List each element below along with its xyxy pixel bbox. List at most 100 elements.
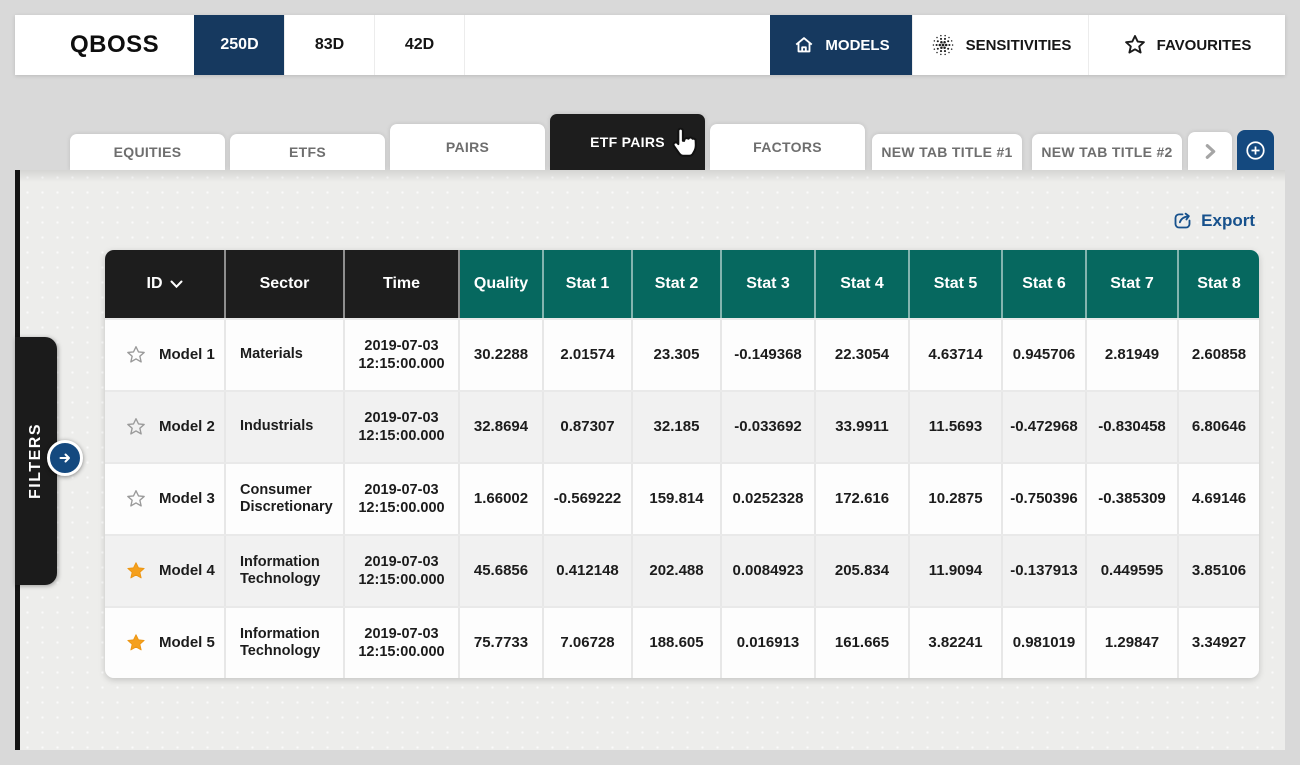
column-header-label: Stat 2 <box>655 275 699 293</box>
favourite-star-outline-icon[interactable] <box>125 416 147 438</box>
stat-cell-stat-2: 202.488 <box>633 536 722 606</box>
stat-cell-stat-6: 0.981019 <box>1003 608 1087 678</box>
stat-cell-quality: 32.8694 <box>460 392 544 462</box>
main-nav: MODELS SENSITIVITIES FAVOURITES <box>770 15 1285 75</box>
model-id-label: Model 2 <box>159 418 215 437</box>
stat-cell-stat-6: 0.945706 <box>1003 320 1087 390</box>
export-button[interactable]: Export <box>1172 210 1255 231</box>
stat-cell-stat-7: 0.449595 <box>1087 536 1179 606</box>
column-header-quality[interactable]: Quality <box>460 250 544 318</box>
model-id-cell: Model 5 <box>105 608 226 678</box>
period-tab-250d[interactable]: 250D <box>194 15 284 75</box>
column-header-label: Stat 6 <box>1022 275 1066 293</box>
sector-cell: Consumer Discretionary <box>226 464 345 534</box>
stat-cell-stat-4: 172.616 <box>816 464 910 534</box>
column-header-time[interactable]: Time <box>345 250 460 318</box>
time-cell: 2019-07-03 12:15:00.000 <box>345 536 460 606</box>
sector-cell: Information Technology <box>226 608 345 678</box>
time-cell: 2019-07-03 12:15:00.000 <box>345 608 460 678</box>
favourite-star-outline-icon[interactable] <box>125 344 147 366</box>
stat-cell-stat-7: -0.385309 <box>1087 464 1179 534</box>
stat-cell-stat-8: 3.34927 <box>1179 608 1259 678</box>
column-header-stat-1[interactable]: Stat 1 <box>544 250 633 318</box>
column-header-stat-3[interactable]: Stat 3 <box>722 250 816 318</box>
app-background: QBOSS 250D83D42D MODELS SENSITIVITIES FAVO… <box>0 0 1300 765</box>
column-header-stat-6[interactable]: Stat 6 <box>1003 250 1087 318</box>
stat-cell-stat-5: 10.2875 <box>910 464 1003 534</box>
stat-cell-quality: 45.6856 <box>460 536 544 606</box>
home-icon <box>793 34 815 56</box>
model-tab-etf-pairs[interactable]: ETF PAIRS <box>550 114 705 170</box>
table-row-model-3[interactable]: Model 3Consumer Discretionary2019-07-03 … <box>105 462 1259 534</box>
column-header-label: Stat 5 <box>934 275 978 293</box>
stat-cell-stat-8: 2.60858 <box>1179 320 1259 390</box>
model-tab-row: EQUITIESETFSPAIRSETF PAIRSFACTORSNEW TAB… <box>15 75 1285 170</box>
stat-cell-stat-5: 3.82241 <box>910 608 1003 678</box>
column-header-label: Quality <box>474 275 528 293</box>
column-header-stat-8[interactable]: Stat 8 <box>1179 250 1259 318</box>
model-id-cell: Model 4 <box>105 536 226 606</box>
chevron-down-icon <box>170 280 183 289</box>
filters-label: FILTERS <box>27 423 45 499</box>
stat-cell-stat-2: 159.814 <box>633 464 722 534</box>
brand-logo: QBOSS <box>15 15 194 75</box>
nav-item-label: SENSITIVITIES <box>966 37 1072 54</box>
column-header-id[interactable]: ID <box>105 250 226 318</box>
table-row-model-5[interactable]: Model 5 Information Technology2019-07-03 … <box>105 606 1259 678</box>
time-cell: 2019-07-03 12:15:00.000 <box>345 320 460 390</box>
stat-cell-stat-1: 2.01574 <box>544 320 633 390</box>
stat-cell-stat-4: 33.9911 <box>816 392 910 462</box>
stat-cell-stat-5: 4.63714 <box>910 320 1003 390</box>
stat-cell-stat-1: 0.87307 <box>544 392 633 462</box>
favourite-star-filled-icon[interactable] <box>125 632 147 654</box>
model-tab-etfs[interactable]: ETFS <box>230 134 385 170</box>
model-tab-new-tab-title-2[interactable]: NEW TAB TITLE #2 <box>1032 134 1182 170</box>
stat-cell-stat-7: 2.81949 <box>1087 320 1179 390</box>
chevron-right-icon <box>1202 143 1219 160</box>
filters-expand-button[interactable] <box>47 440 83 476</box>
table-row-model-4[interactable]: Model 4Information Technology2019-07-03 … <box>105 534 1259 606</box>
stat-cell-stat-7: -0.830458 <box>1087 392 1179 462</box>
stat-cell-stat-4: 205.834 <box>816 536 910 606</box>
model-id-label: Model 5 <box>159 634 215 653</box>
column-header-label: Stat 3 <box>746 275 790 293</box>
table-row-model-2[interactable]: Model 2 Industrials2019-07-03 12:15:00.00… <box>105 390 1259 462</box>
stat-cell-stat-2: 23.305 <box>633 320 722 390</box>
favourite-star-outline-icon[interactable] <box>125 488 147 510</box>
model-id-cell: Model 1 <box>105 320 226 390</box>
model-tab-factors[interactable]: FACTORS <box>710 124 865 170</box>
stat-cell-stat-8: 6.80646 <box>1179 392 1259 462</box>
tab-scroll-right-button[interactable] <box>1188 132 1232 170</box>
table-row-model-1[interactable]: Model 1Materials2019-07-03 12:15:00.0003… <box>105 318 1259 390</box>
nav-item-models[interactable]: MODELS <box>770 15 912 75</box>
column-header-stat-2[interactable]: Stat 2 <box>633 250 722 318</box>
model-id-cell: Model 3 <box>105 464 226 534</box>
stat-cell-stat-4: 22.3054 <box>816 320 910 390</box>
nav-item-favourites[interactable]: FAVOURITES <box>1088 15 1285 75</box>
stat-cell-stat-3: 0.0084923 <box>722 536 816 606</box>
add-tab-button[interactable] <box>1237 130 1274 170</box>
sector-cell: Industrials <box>226 392 345 462</box>
model-tab-pairs[interactable]: PAIRS <box>390 124 545 170</box>
model-id-label: Model 1 <box>159 346 215 365</box>
model-id-cell: Model 2 <box>105 392 226 462</box>
column-header-label: Sector <box>260 275 310 293</box>
column-header-sector[interactable]: Sector <box>226 250 345 318</box>
star-icon <box>1123 33 1147 57</box>
stat-cell-stat-6: -0.750396 <box>1003 464 1087 534</box>
period-tab-83d[interactable]: 83D <box>284 15 374 75</box>
time-cell: 2019-07-03 12:15:00.000 <box>345 392 460 462</box>
model-tab-new-tab-title-1[interactable]: NEW TAB TITLE #1 <box>872 134 1022 170</box>
sector-cell: Materials <box>226 320 345 390</box>
period-tab-42d[interactable]: 42D <box>374 15 465 75</box>
nav-item-sensitivities[interactable]: SENSITIVITIES <box>912 15 1088 75</box>
column-header-stat-7[interactable]: Stat 7 <box>1087 250 1179 318</box>
favourite-star-filled-icon[interactable] <box>125 560 147 582</box>
column-header-label: ID <box>147 275 163 293</box>
stat-cell-stat-2: 32.185 <box>633 392 722 462</box>
top-bar: QBOSS 250D83D42D MODELS SENSITIVITIES FAVO… <box>15 15 1285 75</box>
column-header-stat-4[interactable]: Stat 4 <box>816 250 910 318</box>
column-header-label: Time <box>383 275 420 293</box>
model-tab-equities[interactable]: EQUITIES <box>70 134 225 170</box>
column-header-stat-5[interactable]: Stat 5 <box>910 250 1003 318</box>
